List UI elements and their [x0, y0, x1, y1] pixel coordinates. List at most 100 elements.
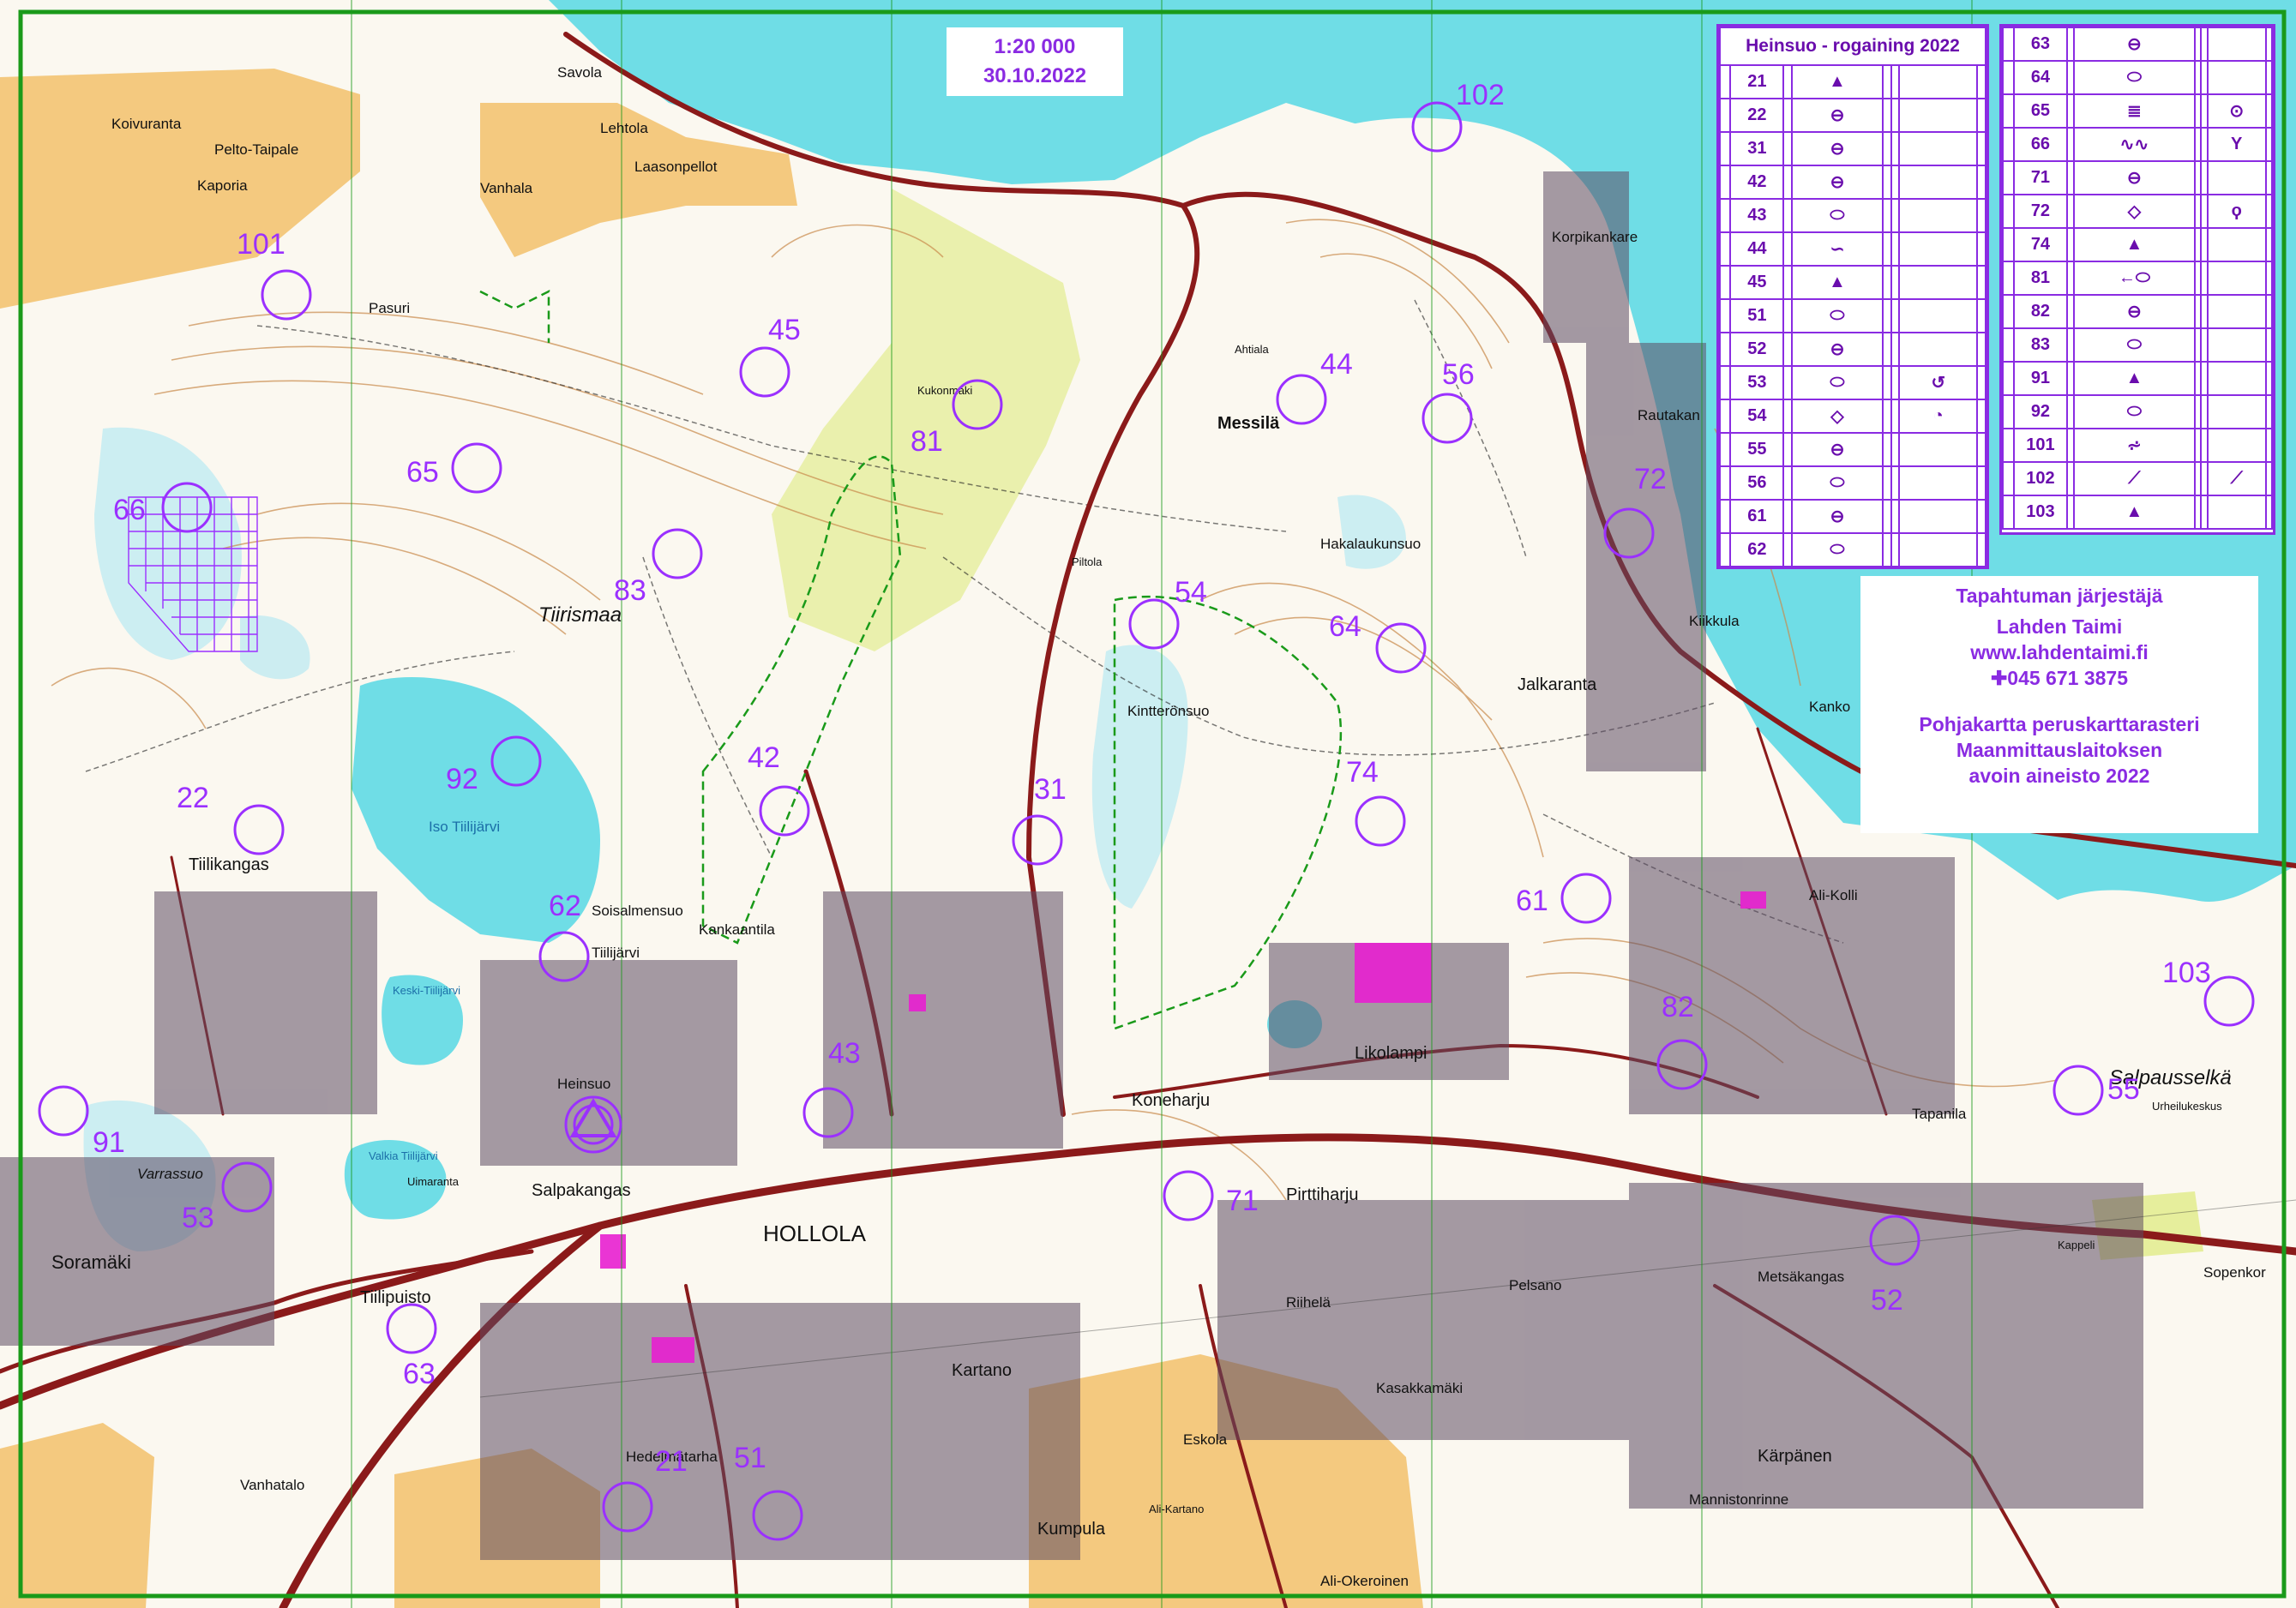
- description-cell: [2066, 27, 2075, 62]
- feature-symbol: ⬭: [1791, 365, 1884, 400]
- control-code: 101: [2012, 428, 2069, 463]
- detail-symbol: [1898, 131, 1979, 166]
- feature-symbol: ⊖: [2072, 160, 2197, 195]
- svg-text:83: 83: [614, 574, 646, 607]
- control-code: 103: [2012, 495, 2069, 530]
- control-code: 102: [2012, 461, 2069, 496]
- detail-symbol: [1898, 532, 1979, 567]
- detail-symbol: [1898, 198, 1979, 233]
- svg-text:52: 52: [1871, 1284, 1903, 1317]
- svg-text:55: 55: [2107, 1073, 2140, 1106]
- place-label: Uimaranta: [407, 1175, 460, 1188]
- description-cell: [1718, 465, 1732, 501]
- description-cell: [1782, 231, 1794, 267]
- description-row: 101 ⩫: [2002, 428, 2274, 463]
- place-label: Salpakangas: [532, 1181, 631, 1200]
- control-code: 63: [2012, 27, 2069, 62]
- description-cell: [2002, 361, 2015, 396]
- svg-text:102: 102: [1456, 79, 1505, 111]
- description-row: 72 ◇ ϙ: [2002, 194, 2274, 229]
- control-code: 64: [2012, 60, 2069, 95]
- svg-text:45: 45: [768, 314, 801, 346]
- description-cell: [2194, 127, 2203, 162]
- svg-text:101: 101: [237, 228, 285, 261]
- feature-symbol: ⬭: [1791, 532, 1884, 567]
- feature-symbol: ▲: [1791, 265, 1884, 300]
- organizer-club: Lahden Taimi: [1996, 615, 2123, 638]
- detail-symbol: [1898, 465, 1979, 501]
- feature-symbol: ⬭: [1791, 198, 1884, 233]
- place-label: Jalkaranta: [1518, 675, 1597, 694]
- detail-symbol: [1898, 98, 1979, 133]
- description-cell: [2264, 194, 2274, 229]
- description-row: 45 ▲: [1718, 265, 1986, 300]
- description-cell: [2194, 227, 2203, 262]
- description-cell: [2200, 27, 2209, 62]
- place-label: Ali-Kartano: [1149, 1503, 1204, 1515]
- description-cell: [1890, 432, 1901, 467]
- place-label: Kintterönsuo: [1127, 703, 1209, 719]
- description-cell: [2002, 327, 2015, 363]
- description-row: 44 ∽: [1718, 231, 1986, 267]
- description-cell: [2194, 495, 2203, 530]
- place-label: Kankaantila: [699, 921, 775, 938]
- description-row: 53 ⬭ ↺: [1718, 365, 1986, 400]
- description-cell: [2002, 127, 2015, 162]
- description-cell: [2066, 461, 2075, 496]
- control-code: 52: [1729, 332, 1785, 367]
- description-cell: [1881, 265, 1892, 300]
- place-label: Ahtiala: [1235, 343, 1270, 356]
- description-cell: [1976, 98, 1986, 133]
- description-cell: [2066, 227, 2075, 262]
- svg-text:64: 64: [1329, 610, 1361, 643]
- description-cell: [1976, 432, 1986, 467]
- svg-text:74: 74: [1346, 756, 1379, 789]
- description-cell: [1976, 465, 1986, 501]
- place-label: Vanhala: [480, 180, 533, 196]
- description-cell: [1890, 98, 1901, 133]
- description-cell: [1890, 131, 1901, 166]
- svg-text:61: 61: [1516, 885, 1548, 917]
- svg-text:22: 22: [177, 782, 209, 814]
- description-cell: [1782, 98, 1794, 133]
- description-cell: [1881, 131, 1892, 166]
- description-cell: [1782, 298, 1794, 333]
- place-label: Vanhatalo: [240, 1477, 304, 1493]
- control-code: 56: [1729, 465, 1785, 501]
- place-label: Koivuranta: [111, 116, 182, 132]
- description-row: 91 ▲: [2002, 361, 2274, 396]
- detail-symbol: [1898, 499, 1979, 534]
- organizer-website: www.lahdentaimi.fi: [1970, 641, 2149, 663]
- svg-text:54: 54: [1175, 576, 1207, 609]
- description-cell: [2066, 361, 2075, 396]
- svg-text:56: 56: [1442, 358, 1475, 391]
- description-row: 63 ⊖: [2002, 27, 2274, 62]
- feature-symbol: ▲: [2072, 361, 2197, 396]
- description-cell: [1890, 499, 1901, 534]
- detail-symbol: [2206, 160, 2267, 195]
- detail-symbol: [2206, 394, 2267, 429]
- description-cell: [1976, 231, 1986, 267]
- description-cell: [2194, 60, 2203, 95]
- description-cell: [2264, 160, 2274, 195]
- description-cell: [2200, 160, 2209, 195]
- description-row: 21 ▲: [1718, 64, 1986, 99]
- description-cell: [1881, 64, 1892, 99]
- map-date: 30.10.2022: [983, 64, 1087, 87]
- description-cell: [2264, 361, 2274, 396]
- description-cell: [2200, 394, 2209, 429]
- control-code: 72: [2012, 194, 2069, 229]
- feature-symbol: ⬭: [2072, 327, 2197, 363]
- description-cell: [1782, 332, 1794, 367]
- description-cell: [1890, 332, 1901, 367]
- description-row: 52 ⊖: [1718, 332, 1986, 367]
- description-row: 62 ⬭: [1718, 532, 1986, 567]
- description-cell: [1718, 165, 1732, 200]
- description-cell: [2194, 294, 2203, 329]
- place-label: Korpikankare: [1552, 229, 1638, 245]
- control-code: 51: [1729, 298, 1785, 333]
- description-row: 51 ⬭: [1718, 298, 1986, 333]
- place-label: HOLLOLA: [763, 1221, 867, 1246]
- feature-symbol: ▲: [1791, 64, 1884, 99]
- description-cell: [2200, 428, 2209, 463]
